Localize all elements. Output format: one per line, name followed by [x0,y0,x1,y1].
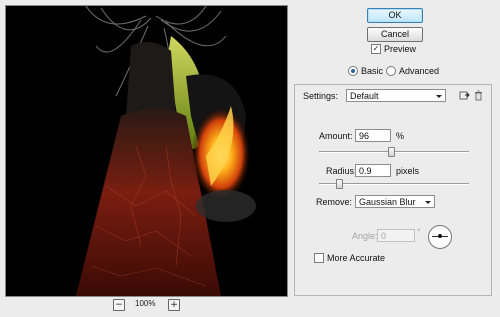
basic-label: Basic [361,66,384,76]
preview-check-icon[interactable]: ✓ [371,44,381,54]
preview-image[interactable] [5,5,288,297]
cancel-button[interactable]: Cancel [367,27,423,42]
chevron-down-icon [425,201,431,204]
advanced-radio-icon[interactable] [386,66,396,76]
save-settings-icon[interactable] [459,90,470,101]
ok-button[interactable]: OK [367,8,423,23]
remove-label: Remove: [316,197,353,207]
zoom-level: 100% [135,299,156,308]
amount-slider[interactable] [319,147,469,157]
amount-input[interactable]: 96 [355,129,391,142]
more-accurate-checkbox[interactable]: More Accurate [314,253,385,263]
amount-label: Amount: [319,131,353,141]
remove-select[interactable]: Gaussian Blur [355,195,435,208]
basic-radio[interactable]: Basic [348,66,383,76]
chevron-down-icon [436,95,442,98]
more-accurate-check-icon[interactable] [314,253,324,263]
basic-radio-icon[interactable] [348,66,358,76]
angle-input: 0 [377,229,415,242]
advanced-label: Advanced [399,66,440,76]
zoom-in-button[interactable]: + [168,299,180,311]
preview-checkbox[interactable]: ✓ Preview [371,44,416,54]
settings-value: Default [350,91,379,101]
more-accurate-label: More Accurate [327,253,386,263]
amount-unit: % [396,131,405,141]
settings-panel: Settings: Default Amount: 96 % Radius: 0… [294,84,492,296]
radius-slider-thumb[interactable] [336,179,343,189]
angle-dial-center [438,234,442,238]
zoom-out-button[interactable]: − [113,299,125,311]
angle-unit: ° [417,227,421,237]
settings-select[interactable]: Default [346,89,446,102]
amount-slider-thumb[interactable] [388,147,395,157]
remove-value: Gaussian Blur [359,197,416,207]
radius-label: Radius: [326,166,357,176]
settings-label: Settings: [303,91,339,101]
angle-dial [428,225,452,249]
preview-label: Preview [384,44,417,54]
radius-unit: pixels [396,166,420,176]
trash-icon[interactable] [473,90,484,101]
advanced-radio[interactable]: Advanced [386,66,439,76]
radius-input[interactable]: 0.9 [355,164,391,177]
radius-slider[interactable] [319,179,469,189]
preview-artwork [6,6,287,296]
angle-label: Angle: [352,231,378,241]
zoom-controls: − 100% + [5,298,288,312]
